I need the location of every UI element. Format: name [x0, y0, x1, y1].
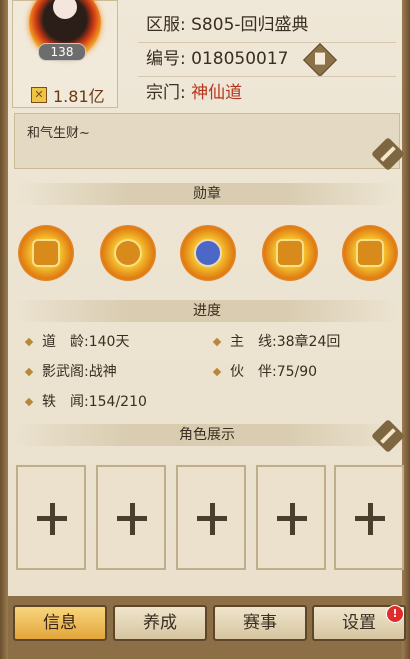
- signature-box: 和气生财~: [14, 113, 400, 169]
- level-badge: 138: [38, 43, 86, 61]
- progress-value: 战神: [88, 364, 117, 380]
- medals-title: 勋章: [14, 183, 400, 205]
- roles-title: 角色展示: [14, 424, 400, 446]
- progress-item-age: 道 龄:140天: [24, 332, 130, 352]
- medal-inner: [194, 239, 222, 267]
- progress-value: 140天: [88, 334, 130, 350]
- progress-label: 伙 伴:: [230, 364, 277, 380]
- diamond-icon: [24, 397, 34, 407]
- medal-inner: [32, 239, 60, 267]
- progress-label: 影武阁:: [42, 364, 89, 380]
- avatar-card[interactable]: 138 ✕ 1.81亿: [12, 0, 118, 108]
- id-value: 018050017: [191, 49, 289, 69]
- diamond-icon: [212, 367, 222, 377]
- progress-label: 道 龄:: [42, 334, 89, 350]
- role-slot-3[interactable]: [176, 465, 246, 570]
- copy-icon: [315, 52, 325, 65]
- progress-item-partners: 伙 伴:75/90: [212, 362, 318, 382]
- plus-icon-stroke: [130, 503, 135, 535]
- signature-text: 和气生财~: [27, 126, 90, 141]
- progress-label: 轶 闻:: [42, 394, 89, 410]
- diamond-icon: [212, 337, 222, 347]
- plus-icon-stroke: [368, 503, 373, 535]
- tab-events[interactable]: 赛事: [213, 605, 307, 641]
- server-label: 区服:: [146, 15, 186, 35]
- plus-icon-stroke: [50, 503, 55, 535]
- diamond-icon: [24, 367, 34, 377]
- medal-crown-icon[interactable]: [100, 225, 156, 281]
- medal-inner: [276, 239, 304, 267]
- role-slot-1[interactable]: [16, 465, 86, 570]
- progress-item-anecdotes: 轶 闻:154/210: [24, 392, 147, 412]
- sect-row: 宗门: 神仙道: [146, 80, 242, 106]
- id-row: 编号: 018050017: [146, 46, 288, 72]
- divider: [138, 42, 396, 43]
- progress-title: 进度: [14, 300, 400, 322]
- divider: [138, 76, 396, 77]
- role-slot-4[interactable]: [256, 465, 326, 570]
- progress-value: 154/210: [88, 394, 147, 410]
- left-frame: [0, 0, 8, 659]
- progress-value: 38章24回: [276, 334, 341, 350]
- medal-pagoda-icon[interactable]: [342, 225, 398, 281]
- power-icon: ✕: [31, 87, 47, 103]
- medal-inner: [356, 239, 384, 267]
- settings-alert-badge: !: [386, 605, 404, 623]
- medal-lady-icon[interactable]: [180, 225, 236, 281]
- server-row: 区服: S805-回归盛典: [146, 12, 309, 38]
- id-label: 编号:: [146, 49, 186, 69]
- sect-label: 宗门:: [146, 83, 186, 103]
- progress-item-mainline: 主 线:38章24回: [212, 332, 341, 352]
- progress-value: 75/90: [276, 364, 318, 380]
- role-slot-2[interactable]: [96, 465, 166, 570]
- role-slot-5[interactable]: [334, 465, 404, 570]
- progress-item-yingwuge: 影武阁:战神: [24, 362, 117, 382]
- power-row: ✕ 1.81亿: [31, 85, 105, 106]
- sect-value[interactable]: 神仙道: [191, 83, 242, 103]
- medal-warrior-icon[interactable]: [262, 225, 318, 281]
- diamond-icon: [24, 337, 34, 347]
- progress-label: 主 线:: [230, 334, 277, 350]
- power-value: 1.81亿: [53, 87, 105, 106]
- plus-icon-stroke: [210, 503, 215, 535]
- tab-info[interactable]: 信息: [13, 605, 107, 641]
- plus-icon-stroke: [290, 503, 295, 535]
- avatar-face-icon: [53, 0, 77, 19]
- medal-inner: [114, 239, 142, 267]
- tab-cultivate[interactable]: 养成: [113, 605, 207, 641]
- medal-fire-icon[interactable]: [18, 225, 74, 281]
- server-value: S805-回归盛典: [191, 15, 309, 35]
